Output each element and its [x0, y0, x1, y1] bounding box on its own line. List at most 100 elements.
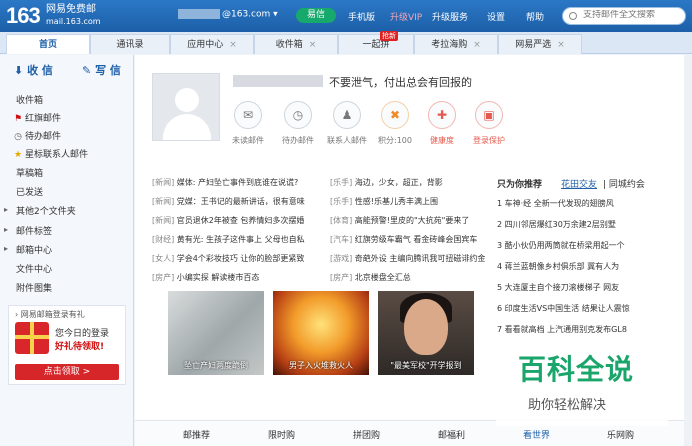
logo-line1: 网易免费邮: [46, 4, 96, 15]
tab-yanxuan[interactable]: 网易严选 ×: [498, 34, 582, 54]
tab-kaola[interactable]: 考拉海购 ×: [414, 34, 498, 54]
news-title[interactable]: 黄有光: 生孩子这件事上 父母也自私: [177, 235, 305, 244]
lock-icon[interactable]: ▣: [475, 101, 503, 129]
news-title[interactable]: 红旗劳级车霸气 看金砖峰会国宾车: [355, 235, 478, 244]
points-icon[interactable]: ✖: [381, 101, 409, 129]
scrollbar[interactable]: [684, 55, 692, 446]
sidebar-item-mail-center[interactable]: 邮箱中心: [16, 243, 52, 256]
tab-yanxuan-label: 网易严选: [515, 40, 552, 50]
compose-button[interactable]: ✎ 写 信: [82, 61, 121, 81]
bottom-tab[interactable]: 看世界: [523, 428, 550, 441]
tab-app-center[interactable]: 应用中心 ×: [170, 34, 254, 54]
clock-icon[interactable]: ◷: [284, 101, 312, 129]
sidebar-item-label: 附件图集: [16, 284, 53, 294]
login-gift-promo[interactable]: › 网易邮箱登录有礼 您今日的登录 好礼待领取! 点击领取 >: [8, 305, 126, 385]
sidebar-item-label: 已发送: [16, 188, 44, 198]
expand-icon[interactable]: ▸: [4, 205, 8, 214]
bottom-tab[interactable]: 拼团购: [353, 428, 380, 441]
news-photo[interactable]: "最美军校"开学报到: [378, 291, 474, 375]
photo-caption: 男子入火堆救火人: [289, 361, 353, 370]
sidebar: ⬇ 收 信 ✎ 写 信 收件箱 ⚑ 红旗邮件 ◷ 待办邮件 ★ 星标联系人邮件 草稿箱…: [0, 55, 134, 446]
list-item[interactable]: 5 大连厦主自个接刀滚楼梯子 网友: [497, 282, 657, 293]
recommend-tab-dating[interactable]: 花田交友: [561, 177, 597, 190]
list-item[interactable]: 2 四川邻居爆红30万余建2层别墅: [497, 219, 657, 230]
sidebar-item-attachments[interactable]: 附件图集: [16, 281, 52, 294]
expand-icon[interactable]: ▸: [4, 225, 8, 234]
news-list: [新闻] 媒体: 产妇坠亡事件到底谁在说谎? [乐手] 海边，少女，超正，背影 […: [152, 167, 488, 289]
tab-pin[interactable]: 一起拼: [338, 34, 414, 54]
tab-inbox[interactable]: 收件箱 ×: [254, 34, 338, 54]
sidebar-item-other-folders[interactable]: 其他2个文件夹: [16, 204, 76, 217]
nav-mobile[interactable]: 手机版: [348, 10, 375, 23]
close-icon[interactable]: ×: [557, 40, 565, 50]
health-icon[interactable]: ✚: [428, 101, 456, 129]
news-row[interactable]: [新闻] 官员退休2年被查 包养情妇多次摆婚 [体育] 高能预警!里皮的"大抗苑"…: [152, 215, 488, 229]
sidebar-item-labels[interactable]: 邮件标签: [16, 224, 52, 237]
news-row[interactable]: [财经] 黄有光: 生孩子这件事上 父母也自私 [汽车] 红旗劳级车霸气 看金砖峰…: [152, 234, 488, 248]
close-icon[interactable]: ×: [309, 40, 317, 50]
news-title[interactable]: 奇葩外设 主编向腾讯我可扭磁诽约金: [355, 254, 486, 263]
news-title[interactable]: 性感!乐基儿秀丰满上围: [355, 197, 438, 206]
avatar-head: [175, 88, 199, 112]
contact-star-icon[interactable]: ♟: [333, 101, 361, 129]
list-item[interactable]: 1 车神·经 全新一代发现的翅膀风: [497, 198, 657, 209]
news-row[interactable]: [新闻] 媒体: 产妇坠亡事件到底谁在说谎? [乐手] 海边，少女，超正，背影: [152, 177, 488, 191]
nav-upgrade-vip[interactable]: 升级VIP: [390, 10, 422, 23]
news-row[interactable]: [房产] 小编实探 解读楼市百态 [房产] 北京楼盘全汇总: [152, 272, 488, 286]
sidebar-item-inbox[interactable]: 收件箱: [16, 93, 43, 106]
photo-caption: 坠亡产妇两度跪倒: [184, 361, 248, 370]
promo-line1: 您今日的登录: [55, 329, 110, 339]
search-input[interactable]: [583, 10, 683, 20]
news-title[interactable]: 官员退休2年被查 包养情妇多次摆婚: [177, 216, 305, 225]
close-icon[interactable]: ×: [229, 40, 237, 50]
sidebar-item-star-contacts[interactable]: ★ 星标联系人邮件: [14, 147, 88, 160]
recommend-tab-local[interactable]: | 同城约会: [603, 177, 645, 190]
news-title[interactable]: 党媒：王书记的最新讲话，很有意味: [177, 197, 305, 206]
list-item[interactable]: 6 印度生活VS中国生活 结果让人震惊: [497, 303, 657, 314]
logo-163[interactable]: 163: [6, 3, 41, 29]
nav-help[interactable]: 帮助: [526, 10, 544, 23]
news-title[interactable]: 小编实探 解读楼市百态: [177, 273, 260, 282]
list-item[interactable]: 3 酷小伙仍用两筒就在桥梁用起一个: [497, 240, 657, 251]
sidebar-item-file-center[interactable]: 文件中心: [16, 262, 52, 275]
list-item[interactable]: 4 蒋兰蓝朝像乡村俱乐部 冀有人为: [497, 261, 657, 272]
slogan: 不要泄气，付出总会有回报的: [329, 76, 472, 89]
bottom-tab[interactable]: 限时购: [268, 428, 295, 441]
receive-button[interactable]: ⬇ 收 信: [14, 61, 53, 81]
news-row[interactable]: [新闻] 党媒：王书记的最新讲话，很有意味 [乐手] 性感!乐基儿秀丰满上围: [152, 196, 488, 210]
envelope-icon[interactable]: ✉: [234, 101, 262, 129]
bottom-tab[interactable]: 邮推荐: [183, 428, 210, 441]
list-item[interactable]: 7 看看就高档 上汽通用别克发布GL8: [497, 324, 657, 335]
tab-app-center-label: 应用中心: [187, 40, 224, 50]
nav-settings[interactable]: 设置: [487, 10, 505, 23]
sidebar-item-todo[interactable]: ◷ 待办邮件: [14, 129, 61, 142]
account-blurred: [178, 9, 220, 19]
news-row[interactable]: [女人] 学会4个彩妆技巧 让你的脸部更紧致 [游戏] 奇葩外设 主编向腾讯我可扭…: [152, 253, 488, 267]
news-category: [体育]: [330, 216, 353, 225]
tab-contacts[interactable]: 通讯录: [90, 34, 170, 54]
claim-button[interactable]: 点击领取 >: [15, 364, 119, 380]
news-title[interactable]: 媒体: 产妇坠亡事件到底谁在说谎?: [177, 178, 298, 187]
account-name[interactable]: @163.com ▾: [178, 9, 278, 20]
news-photo[interactable]: 坠亡产妇两度跪倒: [168, 291, 264, 375]
bottom-tab[interactable]: 邮福利: [438, 428, 465, 441]
search-box[interactable]: [562, 7, 686, 25]
news-title[interactable]: 学会4个彩妆技巧 让你的脸部更紧致: [177, 254, 305, 263]
sidebar-item-drafts[interactable]: 草稿箱: [16, 166, 43, 179]
yixin-button[interactable]: 易信: [296, 8, 336, 23]
star-icon: ★: [14, 150, 23, 160]
recommend-heading[interactable]: 只为你推荐: [497, 177, 542, 190]
news-title[interactable]: 海边，少女，超正，背影: [355, 178, 443, 187]
sidebar-item-sent[interactable]: 已发送: [16, 185, 43, 198]
avatar[interactable]: [152, 73, 220, 141]
news-title[interactable]: 高能预警!里皮的"大抗苑"要来了: [355, 216, 470, 225]
nav-upgrade-service[interactable]: 升级服务: [432, 10, 468, 23]
sidebar-item-flagged[interactable]: ⚑ 红旗邮件: [14, 111, 61, 124]
news-category: [财经]: [152, 235, 175, 244]
close-icon[interactable]: ×: [473, 40, 481, 50]
tab-home[interactable]: 首页: [6, 34, 90, 54]
news-title[interactable]: 北京楼盘全汇总: [355, 273, 411, 282]
news-photo[interactable]: 男子入火堆救火人: [273, 291, 369, 375]
expand-icon[interactable]: ▸: [4, 244, 8, 253]
bottom-tab[interactable]: 乐网购: [607, 428, 634, 441]
